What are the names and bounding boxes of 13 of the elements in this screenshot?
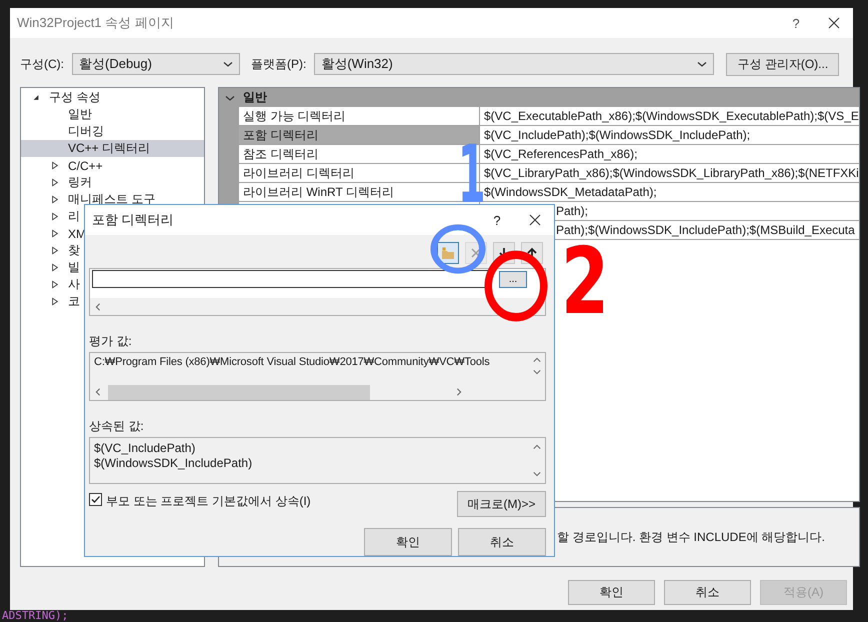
dialog-title: 포함 디렉터리: [92, 211, 175, 229]
evaluated-value-text: C:₩Program Files (x86)₩Microsoft Visual Studio₩2017₩Community₩VC₩Tools: [93, 355, 491, 368]
field-label: 플랫폼(P):: [251, 56, 306, 72]
description-text: 할 경로입니다. 환경 변수 INCLUDE에 해당합니다.: [557, 528, 826, 546]
handwritten-number: 2: [561, 236, 610, 328]
section-label: 평가 값:: [89, 333, 133, 348]
code-text: ADSTRING);: [2, 610, 68, 622]
inherited-value-text: $(WindowsSDK_IncludePath): [94, 456, 254, 472]
checkbox-label: 부모 또는 프로젝트 기본값에서 상속(I): [106, 493, 312, 510]
window-title: Win32Project1 속성 페이지: [17, 14, 175, 32]
inherited-value-text: $(VC_IncludePath): [94, 441, 196, 456]
section-label: 상속된 값:: [89, 418, 145, 434]
field-label: 구성(C):: [20, 56, 64, 72]
